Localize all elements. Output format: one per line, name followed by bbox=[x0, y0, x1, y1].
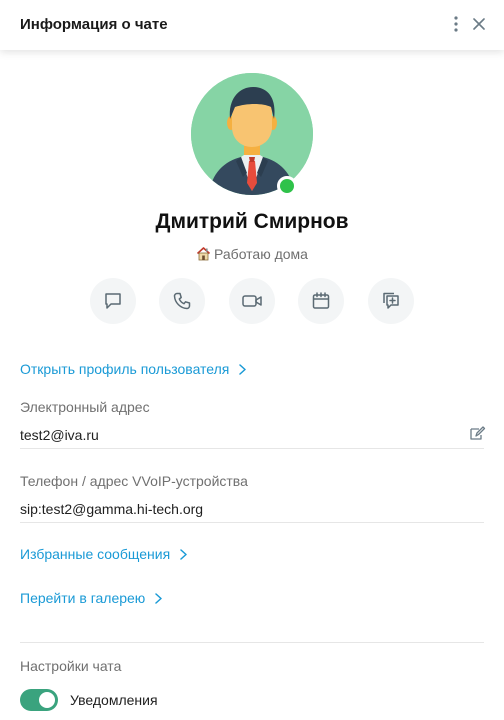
open-profile-label: Открыть профиль пользователя bbox=[20, 361, 230, 377]
contact-status: Работаю дома bbox=[0, 246, 504, 264]
chat-info-header: Информация о чате bbox=[0, 0, 504, 50]
chat-button[interactable] bbox=[90, 278, 136, 324]
more-menu-button[interactable] bbox=[445, 13, 467, 35]
chevron-right-icon bbox=[180, 548, 187, 560]
action-buttons bbox=[90, 278, 414, 324]
contact-name: Дмитрий Смирнов bbox=[155, 210, 349, 233]
edit-email-button[interactable] bbox=[468, 425, 486, 443]
favorite-messages-link[interactable]: Избранные сообщения bbox=[20, 546, 187, 562]
close-button[interactable] bbox=[468, 13, 490, 35]
gallery-label: Перейти в галерею bbox=[20, 590, 146, 606]
email-label: Электронный адрес bbox=[20, 399, 150, 415]
house-icon bbox=[196, 246, 211, 264]
video-call-button[interactable] bbox=[229, 278, 275, 324]
chat-icon bbox=[105, 293, 121, 309]
avatar-person-icon bbox=[191, 73, 313, 195]
calendar-icon bbox=[312, 292, 330, 309]
phone-value[interactable]: sip:test2@gamma.hi-tech.org bbox=[20, 501, 203, 517]
schedule-meeting-button[interactable] bbox=[298, 278, 344, 324]
chevron-right-icon bbox=[239, 363, 247, 375]
online-status-indicator bbox=[277, 176, 297, 196]
video-camera-icon bbox=[242, 295, 262, 307]
status-text: Работаю дома bbox=[214, 246, 308, 262]
add-message-icon bbox=[383, 292, 399, 309]
phone-label: Телефон / адрес VVoIP-устройства bbox=[20, 473, 248, 489]
avatar[interactable] bbox=[191, 73, 313, 195]
avatar-container bbox=[191, 73, 313, 196]
toggle-knob bbox=[39, 692, 55, 708]
email-value[interactable]: test2@iva.ru bbox=[20, 427, 99, 443]
header-title: Информация о чате bbox=[20, 16, 168, 33]
phone-divider bbox=[20, 522, 484, 523]
open-profile-link[interactable]: Открыть профиль пользователя bbox=[20, 361, 247, 377]
new-message-button[interactable] bbox=[368, 278, 414, 324]
close-icon bbox=[473, 18, 485, 30]
more-vertical-icon bbox=[454, 16, 458, 32]
chat-settings-heading: Настройки чата bbox=[20, 658, 122, 674]
notifications-toggle[interactable] bbox=[20, 689, 58, 711]
settings-divider bbox=[20, 642, 484, 643]
phone-icon bbox=[173, 292, 191, 310]
email-divider bbox=[20, 448, 484, 449]
chevron-right-icon bbox=[155, 592, 163, 604]
notifications-label: Уведомления bbox=[70, 692, 158, 708]
favorite-messages-label: Избранные сообщения bbox=[20, 546, 171, 562]
gallery-link[interactable]: Перейти в галерею bbox=[20, 590, 163, 606]
edit-icon bbox=[470, 426, 486, 440]
call-button[interactable] bbox=[159, 278, 205, 324]
